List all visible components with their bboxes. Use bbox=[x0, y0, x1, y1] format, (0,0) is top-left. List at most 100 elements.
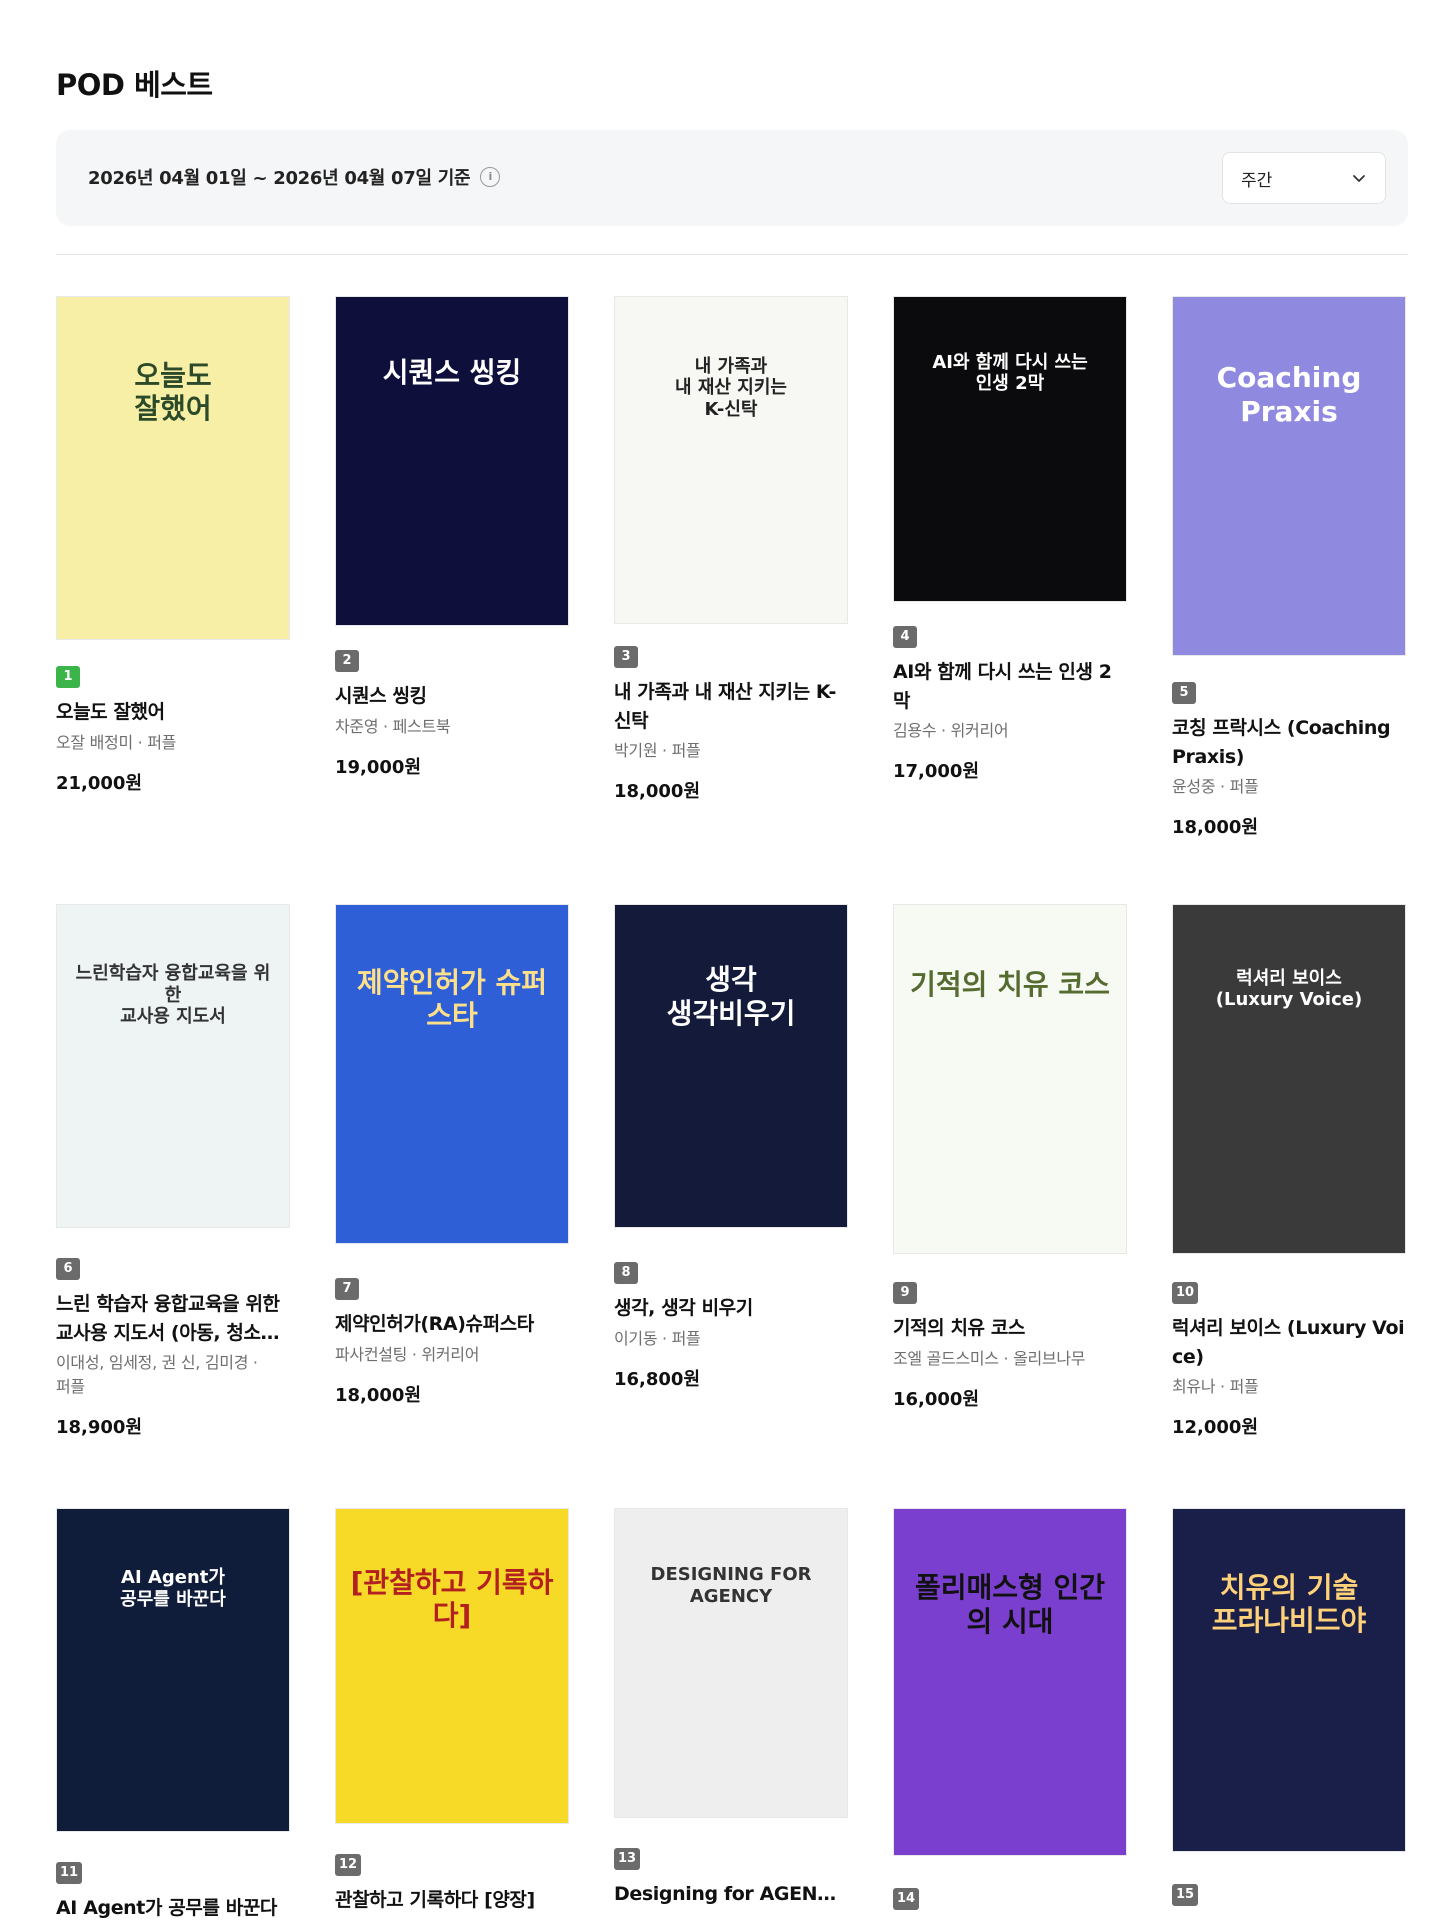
book-author-publisher: 파사컨설팅 · 위커리어 bbox=[335, 1344, 480, 1364]
book-author-publisher: 차준영 · 페스트북 bbox=[335, 716, 451, 736]
book-price: 17,000원 bbox=[893, 761, 980, 782]
info-icon[interactable]: i bbox=[480, 167, 501, 187]
book-price: 19,000원 bbox=[335, 756, 422, 778]
rank-badge: 4 bbox=[893, 626, 917, 648]
book-cover[interactable]: [관찰하고 기록하다] bbox=[335, 1508, 569, 1824]
rank-badge: 1 bbox=[56, 666, 80, 688]
book-card[interactable]: Coaching Praxis 5 코칭 프락시스 (Coaching Praxis… bbox=[1172, 296, 1406, 839]
book-cover[interactable]: 기적의 치유 코스 bbox=[893, 904, 1127, 1254]
book-title[interactable]: 내 가족과 내 재산 지키는 K-신탁 bbox=[614, 678, 848, 735]
book-cover[interactable]: 폴리매스형 인간의 시대 bbox=[893, 1508, 1127, 1856]
book-card[interactable]: AI Agent가 공무를 바꾼다 11 AI Agent가 공무를 바꾼다 bbox=[56, 1508, 290, 1923]
book-cover-title: 오늘도 잘했어 bbox=[134, 358, 212, 426]
page-title: POD 베스트 bbox=[56, 68, 213, 102]
book-cover-title: 내 가족과 내 재산 지키는 K-신탁 bbox=[675, 355, 787, 420]
rank-badge: 7 bbox=[335, 1278, 359, 1300]
book-cover[interactable]: 생각 생각비우기 bbox=[614, 904, 848, 1228]
rank-badge: 13 bbox=[614, 1848, 641, 1870]
book-cover-title: 럭셔리 보이스 (Luxury Voice) bbox=[1215, 967, 1363, 1011]
book-author-publisher: 김용수 · 위커리어 bbox=[893, 721, 1009, 740]
book-cover[interactable]: 오늘도 잘했어 bbox=[56, 296, 290, 640]
rank-badge: 8 bbox=[614, 1262, 638, 1284]
book-cover[interactable]: AI와 함께 다시 쓰는 인생 2막 bbox=[893, 296, 1127, 602]
book-price: 21,000원 bbox=[56, 772, 143, 794]
book-title[interactable]: 시퀀스 씽킹 bbox=[335, 682, 569, 711]
rank-badge: 11 bbox=[56, 1862, 83, 1884]
book-price: 18,000원 bbox=[1172, 817, 1259, 838]
book-price: 16,800원 bbox=[614, 1368, 701, 1390]
book-cover[interactable]: 제약인허가 슈퍼스타 bbox=[335, 904, 569, 1244]
book-cover-title: 시퀀스 씽킹 bbox=[382, 356, 522, 390]
book-author-publisher: 윤성중 · 퍼플 bbox=[1172, 777, 1259, 796]
book-cover[interactable]: 럭셔리 보이스 (Luxury Voice) bbox=[1172, 904, 1406, 1254]
book-cover-title: 폴리매스형 인간의 시대 bbox=[914, 1571, 1106, 1638]
book-card[interactable]: [관찰하고 기록하다] 12 관찰하고 기록하다 [양장] bbox=[335, 1508, 569, 1915]
book-title[interactable]: Designing for AGENCY [컬러] bbox=[614, 1880, 848, 1909]
book-cover-title: AI와 함께 다시 쓰는 인생 2막 bbox=[932, 351, 1088, 395]
rank-badge: 10 bbox=[1172, 1282, 1199, 1304]
book-price: 12,000원 bbox=[1172, 1417, 1259, 1438]
book-card[interactable]: 느린학습자 융합교육을 위한 교사용 지도서 6 느린 학습자 융합교육을 위한 교… bbox=[56, 904, 290, 1439]
rank-badge: 14 bbox=[893, 1888, 920, 1910]
book-cover-title: 생각 생각비우기 bbox=[666, 962, 796, 1030]
book-cover[interactable]: AI Agent가 공무를 바꾼다 bbox=[56, 1508, 290, 1832]
book-title[interactable]: 관찰하고 기록하다 [양장] bbox=[335, 1886, 569, 1915]
book-card[interactable]: 기적의 치유 코스 9 기적의 치유 코스조엘 골드스미스 · 올리브나무 16,00… bbox=[893, 904, 1127, 1411]
book-cover-title: [관찰하고 기록하다] bbox=[350, 1565, 554, 1633]
book-price: 18,000원 bbox=[335, 1384, 422, 1406]
book-price: 16,000원 bbox=[893, 1388, 980, 1410]
book-cover-title: 제약인허가 슈퍼스타 bbox=[356, 965, 548, 1033]
book-cover-title: Coaching Praxis bbox=[1216, 361, 1362, 429]
book-card[interactable]: DESIGNING FOR AGENCY 13 Designing for AGEN… bbox=[614, 1508, 848, 1909]
date-range: 2026년 04월 01일 ~ 2026년 04월 07일 기준 i bbox=[88, 164, 501, 190]
book-price: 18,000원 bbox=[614, 781, 701, 802]
filter-bar: 2026년 04월 01일 ~ 2026년 04월 07일 기준 i 주간 bbox=[56, 130, 1408, 226]
chevron-down-icon bbox=[1353, 175, 1365, 182]
rank-badge: 6 bbox=[56, 1258, 80, 1280]
book-card[interactable]: 제약인허가 슈퍼스타 7 제약인허가(RA)슈퍼스타파사컨설팅 · 위커리어 18,0… bbox=[335, 904, 569, 1407]
book-title[interactable]: 제약인허가(RA)슈퍼스타 bbox=[335, 1310, 569, 1339]
book-card[interactable]: 생각 생각비우기 8 생각, 생각 비우기 이기동 · 퍼플 16,800원 bbox=[614, 904, 848, 1391]
book-author-publisher: 최유나 · 퍼플 bbox=[1172, 1377, 1259, 1396]
rank-badge: 12 bbox=[335, 1854, 362, 1876]
book-title[interactable]: 생각, 생각 비우기 bbox=[614, 1294, 848, 1323]
rank-badge: 9 bbox=[893, 1282, 917, 1304]
book-cover[interactable]: Coaching Praxis bbox=[1172, 296, 1406, 656]
book-cover-title: DESIGNING FOR AGENCY bbox=[650, 1564, 812, 1608]
book-card[interactable]: AI와 함께 다시 쓰는 인생 2막 4 AI와 함께 다시 쓰는 인생 2막김용수… bbox=[893, 296, 1127, 783]
period-select-value: 주간 bbox=[1241, 170, 1273, 191]
book-cover-title: 치유의 기술 프라나비드야 bbox=[1211, 1570, 1367, 1638]
book-cover-title: 느린학습자 융합교육을 위한 교사용 지도서 bbox=[75, 962, 271, 1028]
period-select[interactable]: 주간 bbox=[1222, 152, 1386, 204]
book-title[interactable]: AI와 함께 다시 쓰는 인생 2막 bbox=[893, 658, 1127, 715]
book-title[interactable]: AI Agent가 공무를 바꾼다 bbox=[56, 1894, 290, 1923]
date-range-text: 2026년 04월 01일 ~ 2026년 04월 07일 기준 bbox=[88, 168, 471, 189]
book-title[interactable]: 기적의 치유 코스 bbox=[893, 1314, 1127, 1343]
book-title[interactable]: 오늘도 잘했어 bbox=[56, 698, 290, 727]
rank-badge: 5 bbox=[1172, 682, 1196, 704]
book-cover[interactable]: 치유의 기술 프라나비드야 bbox=[1172, 1508, 1406, 1852]
rank-badge: 2 bbox=[335, 650, 359, 672]
rank-badge: 3 bbox=[614, 646, 638, 668]
book-cover[interactable]: 느린학습자 융합교육을 위한 교사용 지도서 bbox=[56, 904, 290, 1228]
book-cover[interactable]: DESIGNING FOR AGENCY bbox=[614, 1508, 848, 1818]
book-cover-title: AI Agent가 공무를 바꾼다 bbox=[120, 1566, 226, 1610]
book-author-publisher: 오잘 배정미 · 퍼플 bbox=[56, 732, 177, 752]
book-cover[interactable]: 시퀀스 씽킹 bbox=[335, 296, 569, 626]
book-title[interactable]: 코칭 프락시스 (Coaching Praxis) bbox=[1172, 714, 1406, 771]
pod-best-page: POD 베스트 2026년 04월 01일 ~ 2026년 04월 07일 기준… bbox=[0, 0, 1440, 1920]
book-title[interactable]: 느린 학습자 융합교육을 위한 교사용 지도서 (아동, 청소년 편) bbox=[56, 1290, 290, 1347]
book-cover-title: 기적의 치유 코스 bbox=[910, 967, 1110, 1001]
book-card[interactable]: 폴리매스형 인간의 시대 14 bbox=[893, 1508, 1127, 1910]
book-card[interactable]: 럭셔리 보이스 (Luxury Voice) 10 럭셔리 보이스 (Luxury … bbox=[1172, 904, 1406, 1439]
book-card[interactable]: 치유의 기술 프라나비드야 15 bbox=[1172, 1508, 1406, 1906]
book-cover[interactable]: 내 가족과 내 재산 지키는 K-신탁 bbox=[614, 296, 848, 624]
divider bbox=[56, 254, 1408, 255]
book-card[interactable]: 오늘도 잘했어 1 오늘도 잘했어오잘 배정미 · 퍼플 21,000원 bbox=[56, 296, 290, 795]
book-author-publisher: 이대성, 임세정, 권 신, 김미경 · 퍼플 bbox=[56, 1353, 258, 1396]
book-author-publisher: 조엘 골드스미스 · 올리브나무 bbox=[893, 1348, 1086, 1368]
book-card[interactable]: 시퀀스 씽킹 2 시퀀스 씽킹차준영 · 페스트북 19,000원 bbox=[335, 296, 569, 779]
book-card[interactable]: 내 가족과 내 재산 지키는 K-신탁 3 내 가족과 내 재산 지키는 K-신탁 박… bbox=[614, 296, 848, 803]
book-title[interactable]: 럭셔리 보이스 (Luxury Voice) bbox=[1172, 1314, 1406, 1371]
book-price: 18,900원 bbox=[56, 1417, 143, 1438]
